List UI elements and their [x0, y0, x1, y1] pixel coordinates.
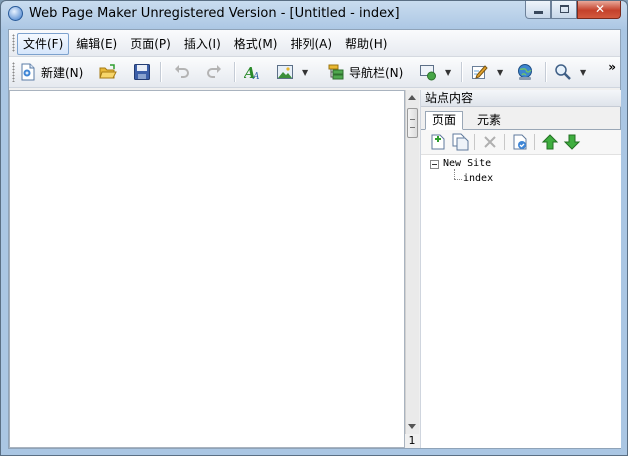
menu-page[interactable]: 页面(P): [124, 33, 177, 55]
new-page-icon[interactable]: [429, 133, 447, 151]
menu-help[interactable]: 帮助(H): [339, 33, 393, 55]
navbar-button[interactable]: 导航栏(N): [327, 61, 403, 83]
menubar-grip[interactable]: [12, 34, 15, 52]
page-editor-canvas[interactable]: [9, 90, 405, 448]
maximize-icon: [560, 5, 569, 13]
magnifier-zoom-icon: [555, 64, 571, 80]
close-icon: ✕: [594, 2, 606, 16]
panel-toolbar-separator: [504, 134, 505, 150]
minimize-button[interactable]: [525, 1, 551, 19]
app-logo-icon[interactable]: [8, 6, 23, 21]
tree-connector: [454, 179, 462, 180]
application-window: Web Page Maker Unregistered Version - [U…: [0, 0, 628, 456]
delete-page-icon[interactable]: [481, 133, 499, 151]
caption-buttons: ✕: [525, 1, 621, 19]
tree-collapse-icon[interactable]: [430, 160, 439, 169]
menu-format[interactable]: 格式(M): [228, 33, 284, 55]
minimize-icon: [534, 11, 543, 14]
move-up-arrow-icon[interactable]: [541, 133, 559, 151]
globe-publish-icon: [518, 64, 532, 80]
zoom-button[interactable]: ▼: [554, 61, 586, 83]
edit-tool-button[interactable]: ▼: [471, 61, 503, 83]
svg-text:A: A: [252, 72, 260, 81]
site-tree[interactable]: New Site index: [421, 155, 621, 448]
window-title: Web Page Maker Unregistered Version - [U…: [29, 6, 400, 21]
new-page-icon: [21, 63, 35, 81]
navbar-button-label: 导航栏(N): [349, 65, 404, 80]
page-properties-icon[interactable]: [511, 133, 529, 151]
tab-elements[interactable]: 元素: [471, 112, 507, 129]
pencil-edit-icon: [472, 65, 488, 79]
panel-toolbar-separator: [474, 134, 475, 150]
object-dropdown-icon[interactable]: ▼: [445, 68, 451, 77]
tree-item-index[interactable]: index: [463, 173, 493, 185]
new-button-label: 新建(N): [41, 65, 84, 80]
open-folder-icon: [99, 64, 117, 79]
editor-vertical-scrollbar[interactable]: [405, 90, 419, 434]
main-toolbar: 新建(N) A A ▼ 导航栏(N) ▼ ▼ ▼ »: [9, 57, 620, 88]
scroll-down-arrow-icon[interactable]: [408, 424, 416, 429]
maximize-button[interactable]: [551, 1, 577, 19]
panel-toolbar-separator: [534, 134, 535, 150]
zoom-dropdown-icon[interactable]: ▼: [580, 68, 586, 77]
image-icon: [277, 65, 293, 79]
text-style-icon: A A: [244, 64, 260, 81]
new-button[interactable]: 新建(N): [19, 61, 83, 83]
panel-toolbar: [421, 130, 621, 155]
scroll-thumb[interactable]: [407, 108, 418, 138]
menu-bar: 文件(F) 编辑(E) 页面(P) 插入(I) 格式(M) 排列(A) 帮助(H…: [9, 30, 620, 57]
close-button[interactable]: ✕: [577, 1, 621, 19]
toolbar-separator: [545, 62, 547, 82]
tree-root-new-site[interactable]: New Site: [443, 158, 491, 170]
save-disk-icon: [134, 64, 150, 80]
object-icon: [420, 65, 436, 81]
edit-dropdown-icon[interactable]: ▼: [497, 68, 503, 77]
redo-icon: [207, 65, 221, 78]
scroll-up-arrow-icon[interactable]: [408, 95, 416, 100]
menu-file[interactable]: 文件(F): [17, 33, 70, 55]
tab-pages[interactable]: 页面: [425, 111, 464, 130]
toolbar-separator: [160, 62, 162, 82]
toolbar-overflow-chevron-icon[interactable]: »: [608, 60, 616, 74]
publish-button[interactable]: [516, 61, 534, 83]
toolbar-grip[interactable]: [12, 62, 15, 82]
save-button[interactable]: [133, 61, 151, 83]
site-content-panel: 站点内容 页面 元素 New Site index: [420, 90, 621, 448]
panel-title: 站点内容: [421, 90, 621, 107]
insert-image-button[interactable]: ▼: [276, 61, 308, 83]
panel-tabs: 页面 元素: [421, 110, 621, 130]
toolbar-separator: [234, 62, 236, 82]
undo-icon: [175, 65, 189, 78]
menu-edit[interactable]: 编辑(E): [70, 33, 123, 55]
insert-object-button[interactable]: ▼: [419, 61, 451, 83]
undo-button[interactable]: [173, 61, 191, 83]
image-dropdown-icon[interactable]: ▼: [302, 68, 308, 77]
menu-insert[interactable]: 插入(I): [178, 33, 227, 55]
navbar-icon: [328, 64, 344, 80]
insert-text-button[interactable]: A A: [244, 61, 262, 83]
move-down-arrow-icon[interactable]: [563, 133, 581, 151]
duplicate-page-icon[interactable]: [451, 133, 469, 151]
client-area: 文件(F) 编辑(E) 页面(P) 插入(I) 格式(M) 排列(A) 帮助(H…: [8, 29, 621, 449]
menu-arrange[interactable]: 排列(A): [284, 33, 338, 55]
editor-status-number: 1: [405, 434, 419, 448]
open-button[interactable]: [99, 61, 117, 83]
toolbar-separator: [461, 62, 463, 82]
redo-button[interactable]: [205, 61, 223, 83]
tree-connector: [454, 169, 455, 179]
title-bar[interactable]: Web Page Maker Unregistered Version - [U…: [1, 1, 627, 27]
